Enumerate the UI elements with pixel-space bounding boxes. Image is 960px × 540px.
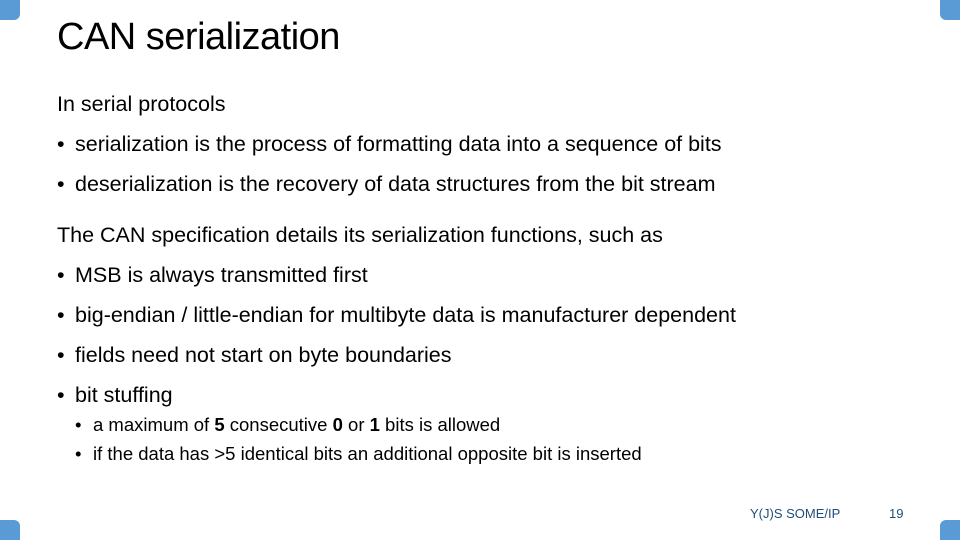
bullet-icon: • (75, 414, 82, 435)
bullet-item: • deserialization is the recovery of data… (57, 172, 716, 197)
slide-title: CAN serialization (57, 16, 340, 58)
sub-bullet-text: a maximum of (93, 414, 215, 435)
bullet-item: • fields need not start on byte boundarie… (57, 343, 452, 368)
corner-decoration-bottom-left (0, 520, 20, 540)
bullet-icon: • (57, 383, 65, 407)
bullet-text: MSB is always transmitted first (75, 263, 368, 287)
sub-bullet-text: consecutive (224, 414, 333, 435)
bullet-text: fields need not start on byte boundaries (75, 343, 452, 367)
bullet-item: • big-endian / little-endian for multibyt… (57, 303, 736, 328)
bullet-icon: • (57, 263, 65, 287)
corner-decoration-top-left (0, 0, 20, 20)
sub-bullet-item: • if the data has >5 identical bits an ad… (75, 443, 642, 465)
bullet-text: deserialization is the recovery of data … (75, 172, 716, 196)
emphasis-number: 5 (214, 414, 225, 435)
bullet-item: • bit stuffing (57, 383, 173, 408)
sub-bullet-text: bits is allowed (379, 414, 501, 435)
section1-heading: In serial protocols (57, 92, 226, 116)
bullet-icon: • (75, 443, 82, 464)
corner-decoration-bottom-right (940, 520, 960, 540)
footer-label: Y(J)S SOME/IP (750, 506, 841, 521)
section2-heading: The CAN specification details its serial… (57, 223, 663, 247)
bullet-item: • MSB is always transmitted first (57, 263, 368, 288)
page-number: 19 (889, 506, 904, 521)
sub-bullet-item: • a maximum of 5 consecutive 0 or 1 bits … (75, 414, 500, 436)
emphasis-bit-zero: 0 (332, 414, 343, 435)
sub-bullet-text: if the data has >5 identical bits an add… (93, 443, 642, 464)
emphasis-bit-one: 1 (369, 414, 380, 435)
bullet-text: serialization is the process of formatti… (75, 132, 722, 156)
sub-bullet-text: or (342, 414, 370, 435)
bullet-icon: • (57, 132, 65, 156)
corner-decoration-top-right (940, 0, 960, 20)
bullet-icon: • (57, 172, 65, 196)
bullet-text: big-endian / little-endian for multibyte… (75, 303, 736, 327)
bullet-text: bit stuffing (75, 383, 173, 407)
bullet-item: • serialization is the process of formatt… (57, 132, 722, 157)
bullet-icon: • (57, 343, 65, 367)
bullet-icon: • (57, 303, 65, 327)
